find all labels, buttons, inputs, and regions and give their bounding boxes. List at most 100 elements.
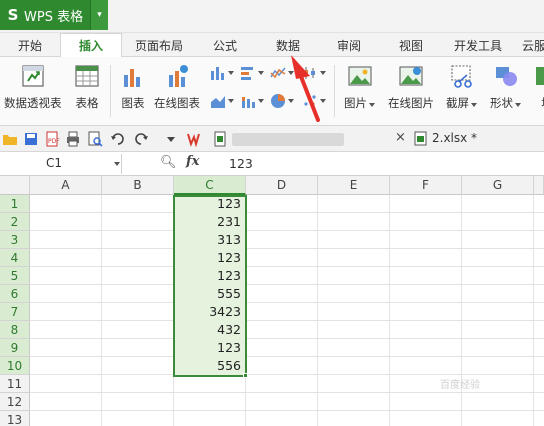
online-chart-label: 在线图表 bbox=[154, 96, 200, 110]
row-header-5[interactable]: 5 bbox=[0, 267, 30, 285]
open-folder-icon[interactable] bbox=[2, 131, 18, 147]
wps-doc-icon[interactable] bbox=[187, 131, 203, 147]
cell-c3[interactable]: 313 bbox=[175, 231, 243, 249]
area-chart-icon bbox=[211, 96, 225, 108]
save-icon[interactable] bbox=[23, 131, 39, 147]
online-picture-label: 在线图片 bbox=[388, 96, 434, 110]
row-header-11[interactable]: 11 bbox=[0, 375, 30, 393]
customize-toolbar-icon[interactable] bbox=[163, 131, 179, 147]
tab-insert[interactable]: 插入 bbox=[60, 33, 122, 58]
row-header-1[interactable]: 1 bbox=[0, 195, 30, 213]
row-header-9[interactable]: 9 bbox=[0, 339, 30, 357]
column-header-f[interactable]: F bbox=[390, 176, 462, 195]
row-header-4[interactable]: 4 bbox=[0, 249, 30, 267]
grid-line bbox=[30, 392, 544, 393]
app-menu-button[interactable]: S WPS 表格 ▾ bbox=[0, 0, 108, 30]
column-header-h[interactable] bbox=[534, 176, 544, 195]
tab-page-layout[interactable]: 页面布局 bbox=[126, 33, 192, 57]
shape-button[interactable]: 形状 bbox=[490, 63, 521, 111]
export-pdf-icon[interactable]: PDF bbox=[44, 131, 60, 147]
cell-c7[interactable]: 3423 bbox=[175, 303, 243, 321]
close-tab-icon[interactable]: × bbox=[395, 130, 406, 145]
more-insert-button[interactable]: 地 bbox=[534, 63, 544, 111]
online-picture-button[interactable]: 在线图片 bbox=[388, 63, 434, 111]
column-header-a[interactable]: A bbox=[30, 176, 102, 195]
ribbon-separator bbox=[110, 65, 111, 117]
search-icon[interactable]: 🔍︎ bbox=[160, 155, 177, 170]
column-header-c[interactable]: C bbox=[174, 176, 246, 195]
shapes-icon bbox=[495, 67, 517, 86]
scatter-chart-icon bbox=[304, 95, 316, 106]
formula-bar: C1 🔍︎ fx 123 bbox=[0, 152, 544, 176]
tab-data[interactable]: 数据 bbox=[260, 33, 316, 57]
grid-line bbox=[30, 338, 544, 339]
row-header-6[interactable]: 6 bbox=[0, 285, 30, 303]
grid-line bbox=[30, 410, 544, 411]
area-chart-dropdown[interactable] bbox=[210, 90, 234, 112]
watermark: 百度经验 bbox=[440, 380, 480, 391]
tab-cloud[interactable]: 云服 bbox=[516, 33, 544, 57]
document-tab-blurred[interactable] bbox=[232, 133, 344, 146]
grid-line bbox=[30, 284, 544, 285]
tab-developer[interactable]: 开发工具 bbox=[446, 33, 510, 57]
cell-c4[interactable]: 123 bbox=[175, 249, 243, 267]
chart-label: 图表 bbox=[121, 96, 145, 110]
screenshot-button[interactable]: 截屏 bbox=[446, 63, 477, 111]
fill-handle[interactable] bbox=[243, 373, 248, 378]
cell-c9[interactable]: 123 bbox=[175, 339, 243, 357]
cell-c8[interactable]: 432 bbox=[175, 321, 243, 339]
grid-line bbox=[30, 230, 544, 231]
tab-formula[interactable]: 公式 bbox=[198, 33, 252, 57]
tab-start[interactable]: 开始 bbox=[2, 33, 58, 57]
line-chart-dropdown[interactable] bbox=[270, 62, 294, 84]
select-all-corner[interactable] bbox=[0, 176, 30, 195]
row-header-7[interactable]: 7 bbox=[0, 303, 30, 321]
ribbon-insert: 数据透视表 表格 图表 在线图表 图片 在线图片 截屏 形状 bbox=[0, 57, 544, 126]
svg-text:PDF: PDF bbox=[48, 138, 60, 145]
cell-c5[interactable]: 123 bbox=[175, 267, 243, 285]
app-dropdown-icon[interactable]: ▾ bbox=[90, 0, 108, 30]
picture-button[interactable]: 图片 bbox=[344, 63, 375, 111]
cell-c10[interactable]: 556 bbox=[175, 357, 243, 375]
wps-logo-icon: S bbox=[7, 6, 19, 24]
picture-label: 图片 bbox=[344, 95, 375, 111]
print-icon[interactable] bbox=[65, 131, 81, 147]
column-header-b[interactable]: B bbox=[102, 176, 174, 195]
print-preview-icon[interactable] bbox=[87, 131, 103, 147]
cell-c6[interactable]: 555 bbox=[175, 285, 243, 303]
name-box[interactable]: C1 bbox=[0, 154, 122, 174]
screenshot-label: 截屏 bbox=[446, 95, 477, 111]
column-header-d[interactable]: D bbox=[246, 176, 318, 195]
stock-chart-icon bbox=[304, 67, 315, 79]
function-icon[interactable]: fx bbox=[186, 154, 199, 169]
document-tab-name[interactable]: 2.xlsx * bbox=[432, 131, 477, 145]
ribbon-separator bbox=[334, 65, 335, 117]
chart-button[interactable]: 图表 bbox=[120, 63, 146, 111]
row-header-10[interactable]: 10 bbox=[0, 357, 30, 375]
column-header-g[interactable]: G bbox=[462, 176, 534, 195]
undo-icon[interactable] bbox=[110, 131, 126, 147]
row-header-13[interactable]: 13 bbox=[0, 411, 30, 426]
online-chart-button[interactable]: 在线图表 bbox=[154, 63, 200, 111]
cell-c1[interactable]: 123 bbox=[175, 195, 243, 213]
tab-view[interactable]: 视图 bbox=[384, 33, 438, 57]
column-header-e[interactable]: E bbox=[318, 176, 390, 195]
bar-chart-dropdown[interactable] bbox=[240, 62, 264, 84]
row-header-8[interactable]: 8 bbox=[0, 321, 30, 339]
tab-review[interactable]: 审阅 bbox=[322, 33, 376, 57]
stock-chart-dropdown[interactable] bbox=[302, 62, 326, 84]
column-stacked-dropdown[interactable] bbox=[240, 90, 264, 112]
cell-c2[interactable]: 231 bbox=[175, 213, 243, 231]
scatter-chart-dropdown[interactable] bbox=[302, 90, 326, 112]
pivot-table-button[interactable]: 数据透视表 bbox=[4, 63, 62, 111]
pie-chart-dropdown[interactable] bbox=[270, 90, 294, 112]
redo-icon[interactable] bbox=[133, 131, 149, 147]
row-header-2[interactable]: 2 bbox=[0, 213, 30, 231]
row-header-3[interactable]: 3 bbox=[0, 231, 30, 249]
formula-input[interactable]: 123 bbox=[229, 156, 253, 171]
row-header-12[interactable]: 12 bbox=[0, 393, 30, 411]
table-button[interactable]: 表格 bbox=[74, 63, 100, 111]
column-chart-dropdown[interactable] bbox=[210, 62, 234, 84]
horizontal-bar-icon bbox=[241, 67, 253, 80]
name-box-dropdown-icon[interactable] bbox=[114, 162, 120, 166]
